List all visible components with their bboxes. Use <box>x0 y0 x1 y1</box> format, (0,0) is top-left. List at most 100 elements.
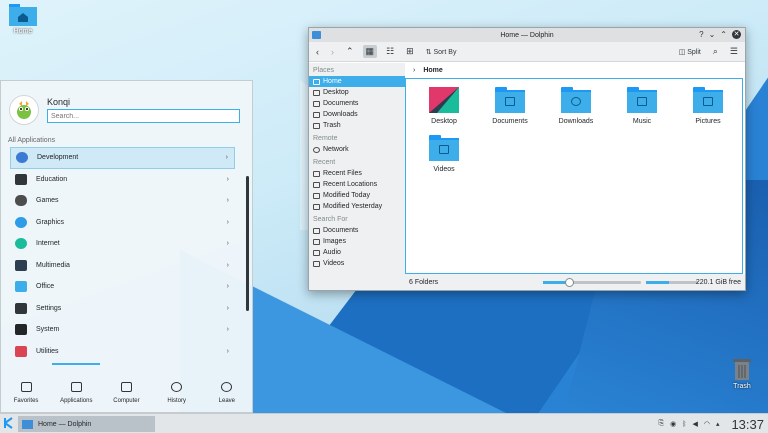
taskbar: Home — Dolphin ⎘ ◉ ᛒ ◀ ◠ ▴ 13:37 <box>0 413 768 433</box>
search-images[interactable]: Images <box>309 236 405 247</box>
place-desktop[interactable]: Desktop <box>309 87 405 98</box>
network-wifi-icon[interactable]: ◠ <box>704 420 710 428</box>
close-icon[interactable]: ✕ <box>732 30 741 39</box>
category-games[interactable]: Games › <box>10 190 235 212</box>
search-icon[interactable]: ⌕ <box>710 45 721 58</box>
split-label: Split <box>687 48 701 56</box>
folder-videos[interactable]: Videos <box>416 135 472 173</box>
search-documents[interactable]: Documents <box>309 225 405 236</box>
task-dolphin[interactable]: Home — Dolphin <box>18 416 155 432</box>
sort-by-button[interactable]: ⇅ Sort By <box>423 47 460 57</box>
help-icon[interactable]: ? <box>699 30 703 39</box>
category-settings[interactable]: Settings › <box>10 298 235 320</box>
modified-today[interactable]: Modified Today <box>309 190 405 201</box>
back-icon[interactable]: ‹ <box>313 46 322 58</box>
place-label: Network <box>323 146 349 153</box>
category-label: Development <box>37 154 79 162</box>
settings-icon <box>15 302 27 314</box>
place-network[interactable]: Network <box>309 144 405 155</box>
downloads-icon <box>313 111 320 118</box>
category-office[interactable]: Office › <box>10 276 235 298</box>
details-view-icon[interactable]: ⊞ <box>403 45 417 58</box>
split-button[interactable]: ◫ Split <box>676 47 704 57</box>
up-icon[interactable]: ⌃ <box>343 45 357 58</box>
category-multimedia[interactable]: Multimedia › <box>10 255 235 277</box>
folder-music[interactable]: Music <box>614 87 670 125</box>
folder-label: Downloads <box>558 118 594 125</box>
section-header: Recent <box>313 159 336 166</box>
search-audio[interactable]: Audio <box>309 247 405 258</box>
zoom-slider-handle[interactable] <box>565 278 574 287</box>
place-label: Trash <box>323 122 341 129</box>
folder-documents[interactable]: Documents <box>482 87 538 125</box>
launcher-nav: Favorites Applications Computer History … <box>1 382 252 404</box>
sort-by-label: Sort By <box>433 48 457 56</box>
category-internet[interactable]: Internet › <box>10 233 235 255</box>
file-view[interactable]: Desktop Documents Downloads Music Pictur… <box>405 78 743 274</box>
zoom-slider[interactable] <box>543 278 641 287</box>
pictures-folder-icon <box>693 87 723 113</box>
category-graphics[interactable]: Graphics › <box>10 212 235 234</box>
chevron-right-icon: › <box>226 304 229 312</box>
place-trash[interactable]: Trash <box>309 120 405 131</box>
volume-icon[interactable]: ◀ <box>692 420 697 428</box>
breadcrumb-home[interactable]: Home <box>423 67 442 74</box>
search-videos[interactable]: Videos <box>309 258 405 269</box>
nav-label: Computer <box>113 398 140 404</box>
modified-yesterday[interactable]: Modified Yesterday <box>309 201 405 212</box>
clipboard-icon[interactable]: ⎘ <box>659 420 665 428</box>
application-launcher-button[interactable] <box>3 416 19 431</box>
nav-history[interactable]: History <box>153 382 201 404</box>
trash-icon <box>313 122 320 129</box>
hamburger-menu-icon[interactable]: ☰ <box>727 45 741 58</box>
avatar[interactable] <box>9 95 39 125</box>
system-tray: ⎘ ◉ ᛒ ◀ ◠ ▴ 13:37 <box>659 416 764 432</box>
chevron-right-icon: › <box>226 197 229 205</box>
breadcrumb-root-arrow-icon[interactable]: › <box>413 67 415 74</box>
place-documents[interactable]: Documents <box>309 98 405 109</box>
place-label: Audio <box>323 249 341 256</box>
recent-files[interactable]: Recent Files <box>309 168 405 179</box>
desktop-icon-trash[interactable]: Trash <box>719 357 765 390</box>
folder-downloads[interactable]: Downloads <box>548 87 604 125</box>
place-downloads[interactable]: Downloads <box>309 109 405 120</box>
nav-applications[interactable]: Applications <box>52 382 100 404</box>
icons-view-icon[interactable]: ▦ <box>362 45 378 58</box>
nav-leave[interactable]: Leave <box>203 382 251 404</box>
recent-files-icon <box>313 170 320 177</box>
search-input[interactable] <box>47 109 240 123</box>
desktop-icon-label: Trash <box>733 383 751 390</box>
category-education[interactable]: Education › <box>10 169 235 191</box>
clock[interactable]: 13:37 <box>731 417 764 432</box>
category-label: Graphics <box>36 218 65 226</box>
scrollbar[interactable] <box>246 176 249 311</box>
category-development[interactable]: Development › <box>10 147 235 169</box>
desktop-icon-label: Home <box>13 28 33 35</box>
chevron-right-icon: › <box>226 326 229 334</box>
forward-icon[interactable]: › <box>328 46 337 58</box>
folder-pictures[interactable]: Pictures <box>680 87 736 125</box>
folder-label: Documents <box>492 118 528 125</box>
desktop-icon-home[interactable]: Home <box>0 4 46 35</box>
window-titlebar[interactable]: Home — Dolphin ? ⌄ ⌃ ✕ <box>309 28 745 42</box>
nav-label: Leave <box>218 398 236 404</box>
nav-label: Applications <box>60 398 93 404</box>
documents-folder-icon <box>495 87 525 113</box>
recent-locations[interactable]: Recent Locations <box>309 179 405 190</box>
media-icon[interactable]: ◉ <box>670 420 676 428</box>
category-system[interactable]: System › <box>10 319 235 341</box>
minimize-icon[interactable]: ⌄ <box>709 30 716 39</box>
chevron-right-icon: › <box>226 175 229 183</box>
category-utilities[interactable]: Utilities › <box>10 341 235 363</box>
clock-icon <box>171 382 183 392</box>
folder-desktop[interactable]: Desktop <box>416 87 472 125</box>
place-home[interactable]: Home <box>309 76 405 87</box>
bluetooth-icon[interactable]: ᛒ <box>682 421 686 428</box>
desktop-icon <box>313 89 320 96</box>
nav-computer[interactable]: Computer <box>102 382 150 404</box>
compact-view-icon[interactable]: ☷ <box>383 45 397 58</box>
tray-expand-icon[interactable]: ▴ <box>716 420 720 428</box>
maximize-icon[interactable]: ⌃ <box>720 30 727 39</box>
calendar-icon <box>313 192 320 199</box>
nav-favorites[interactable]: Favorites <box>2 382 50 404</box>
